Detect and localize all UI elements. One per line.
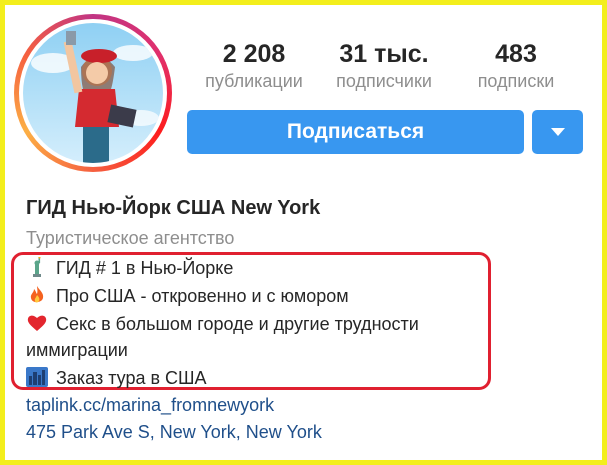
avatar-illustration — [31, 31, 159, 163]
chevron-down-icon — [551, 128, 565, 136]
suggestions-dropdown-button[interactable] — [532, 110, 583, 154]
stat-followers[interactable]: 31 тыс. подписчики — [324, 38, 444, 92]
followers-label: подписчики — [336, 71, 432, 91]
heart-icon — [26, 313, 48, 333]
following-count: 483 — [495, 40, 537, 68]
bio-text: Секс в большом городе и другие трудности — [56, 314, 419, 334]
bio-line: Секс в большом городе и другие трудности — [26, 313, 419, 335]
website-link[interactable]: taplink.cc/marina_fromnewyork — [26, 395, 274, 416]
stat-posts[interactable]: 2 208 публикации — [194, 38, 314, 92]
bio-text: Заказ тура в США — [56, 368, 207, 388]
address-link[interactable]: 475 Park Ave S, New York, New York — [26, 422, 322, 443]
bio-text: иммиграции — [26, 340, 128, 360]
bio-line: иммиграции — [26, 340, 128, 361]
stat-following[interactable]: 483 подписки — [456, 38, 576, 92]
avatar[interactable] — [14, 14, 172, 172]
follow-button[interactable]: Подписаться — [187, 110, 524, 154]
bio-text: ГИД # 1 в Нью-Йорке — [56, 258, 234, 278]
posts-count: 2 208 — [222, 40, 286, 68]
bio-line: ГИД # 1 в Нью-Йорке — [26, 256, 234, 279]
bio-line: Про США - откровенно и с юмором — [26, 285, 349, 307]
following-label: подписки — [477, 71, 555, 91]
cityscape-icon — [26, 367, 48, 387]
fire-icon — [26, 285, 48, 305]
bio-line: Заказ тура в США — [26, 367, 207, 389]
profile-name: ГИД Нью-Йорк США New York — [26, 197, 321, 219]
bio-text: Про США - откровенно и с юмором — [56, 286, 349, 306]
posts-label: публикации — [205, 71, 303, 91]
profile-category: Туристическое агентство — [26, 228, 235, 248]
followers-count: 31 тыс. — [339, 40, 429, 68]
statue-of-liberty-icon — [26, 256, 48, 277]
